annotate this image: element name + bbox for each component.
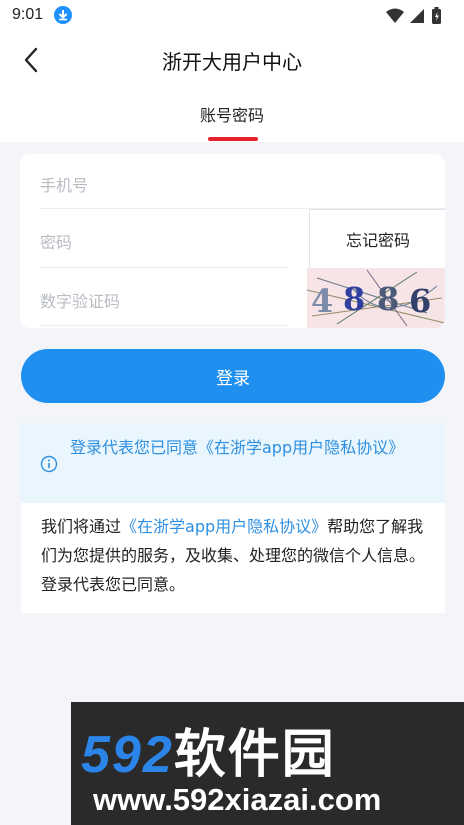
page-title: 浙开大用户中心 <box>162 50 302 74</box>
svg-text:4: 4 <box>311 282 333 320</box>
status-bar: 9:01 <box>0 0 464 32</box>
tab-account-password[interactable]: 账号密码 <box>182 102 282 126</box>
agreement-link[interactable]: 登录代表您已同意《在浙学app用户隐私协议》 <box>70 433 430 463</box>
captcha-input[interactable]: 数字验证码 <box>40 288 280 312</box>
password-input[interactable]: 密码 <box>40 229 280 253</box>
signal-icon <box>410 9 424 23</box>
login-button[interactable]: 登录 <box>21 349 445 403</box>
svg-text:8: 8 <box>377 280 399 318</box>
notice-body-prefix: 我们将通过 <box>41 517 122 536</box>
login-tabs: 账号密码 <box>0 90 464 142</box>
notice-body: 我们将通过《在浙学app用户隐私协议》帮助您了解我们为您提供的服务，及收集、处理… <box>41 512 431 599</box>
status-time: 9:01 <box>12 6 44 23</box>
watermark-number: 592 <box>81 726 174 784</box>
svg-text:8: 8 <box>343 280 365 318</box>
download-icon <box>54 6 72 24</box>
agreement-banner: 登录代表您已同意《在浙学app用户隐私协议》 <box>21 423 445 503</box>
watermark-brand: 592软件园 <box>81 712 336 787</box>
wifi-icon <box>386 8 404 23</box>
info-icon <box>40 455 58 473</box>
phone-input[interactable]: 手机号 <box>40 172 420 196</box>
divider <box>40 267 288 268</box>
forgot-password-button[interactable]: 忘记密码 <box>309 209 445 268</box>
system-icons <box>386 7 441 24</box>
svg-text:6: 6 <box>409 282 431 320</box>
watermark-overlay: 592软件园 www.592xiazai.com <box>71 702 464 825</box>
captcha-image[interactable]: 4886 4 8 8 6 <box>306 268 445 328</box>
captcha-graphic[interactable]: 4886 4 8 8 6 <box>306 268 445 328</box>
app-header: 浙开大用户中心 <box>0 32 464 90</box>
watermark-url: www.592xiazai.com <box>93 782 382 817</box>
divider <box>40 325 288 326</box>
privacy-policy-link[interactable]: 《在浙学app用户隐私协议》 <box>121 517 327 536</box>
tab-indicator <box>208 137 258 141</box>
privacy-notice: 登录代表您已同意《在浙学app用户隐私协议》 我们将通过《在浙学app用户隐私协… <box>21 423 445 613</box>
watermark-name: 软件园 <box>173 726 336 784</box>
login-form: 手机号 密码 忘记密码 数字验证码 4886 4 8 8 6 <box>20 154 445 328</box>
